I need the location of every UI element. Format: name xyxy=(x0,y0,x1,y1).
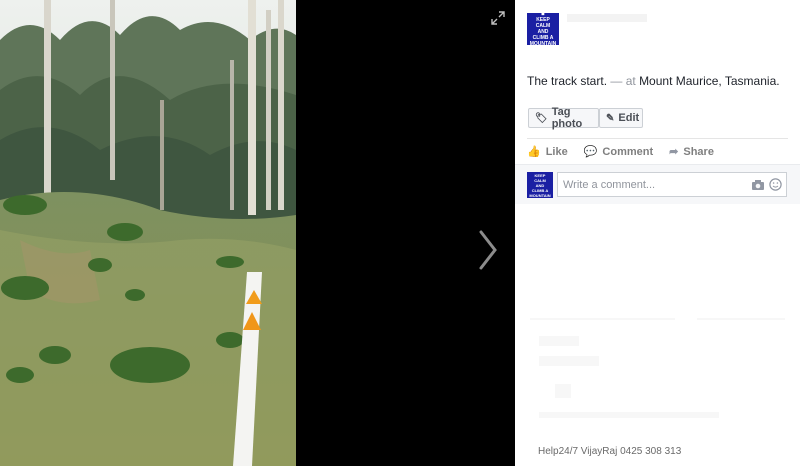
comment-button[interactable]: 💬 Comment xyxy=(583,145,653,159)
next-photo-button[interactable] xyxy=(474,228,502,272)
photo-side-panel: ♛ KEEP CALM AND CLIMB A MOUNTAIN The tra… xyxy=(515,0,800,466)
faded-content xyxy=(539,336,579,346)
location-prefix: — at xyxy=(610,74,636,88)
faded-content xyxy=(539,412,719,418)
faded-content xyxy=(539,356,599,366)
post-actions: 👍 Like 💬 Comment ➦ Share xyxy=(527,145,714,159)
pencil-icon: ✎ xyxy=(606,112,615,124)
author-name-placeholder xyxy=(567,14,647,22)
faded-content xyxy=(530,318,675,320)
faded-content xyxy=(555,384,571,398)
footer-text: Help24/7 VijayRaj 0425 308 313 xyxy=(538,446,682,457)
trail-photo-image xyxy=(0,0,296,466)
tag-icon: 🏷 xyxy=(535,112,548,124)
edit-button[interactable]: ✎ Edit xyxy=(599,108,643,128)
thumbs-up-icon: 👍 xyxy=(527,146,541,158)
tag-photo-button[interactable]: 🏷 Tag photo xyxy=(528,106,599,130)
photo-viewer xyxy=(0,0,515,466)
like-button[interactable]: 👍 Like xyxy=(527,145,568,159)
author-avatar[interactable]: ♛ KEEP CALM AND CLIMB A MOUNTAIN xyxy=(527,11,559,47)
caption-text: The track start. xyxy=(527,74,608,88)
photo[interactable] xyxy=(0,0,296,466)
divider xyxy=(527,138,788,139)
commenter-avatar: KEEP CALM AND CLIMB A MOUNTAIN xyxy=(527,172,553,198)
camera-icon[interactable] xyxy=(751,178,765,190)
faded-content xyxy=(697,318,785,320)
post-caption: The track start. — at Mount Maurice, Tas… xyxy=(527,74,780,88)
expand-icon[interactable] xyxy=(490,10,506,26)
location-link[interactable]: Mount Maurice, Tasmania. xyxy=(639,74,780,88)
comment-composer: KEEP CALM AND CLIMB A MOUNTAIN xyxy=(515,164,800,204)
smiley-icon[interactable] xyxy=(769,178,782,191)
share-arrow-icon: ➦ xyxy=(669,146,679,158)
chevron-right-icon xyxy=(479,230,497,270)
share-button[interactable]: ➦ Share xyxy=(669,145,714,159)
speech-bubble-icon: 💬 xyxy=(583,146,598,158)
